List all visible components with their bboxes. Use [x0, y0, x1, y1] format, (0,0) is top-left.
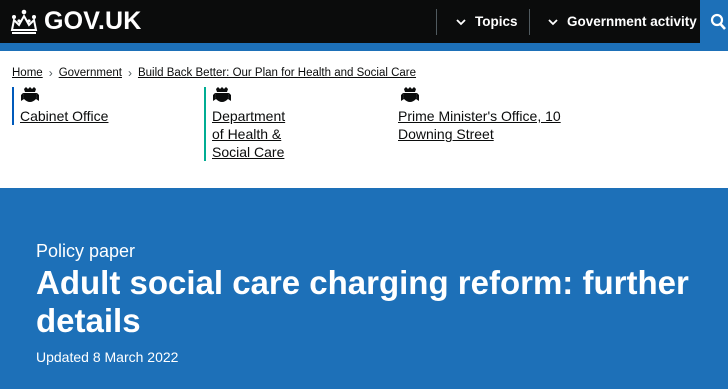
breadcrumb-government[interactable]: Government: [59, 67, 122, 79]
nav-government-activity-label: Government activity: [567, 14, 697, 29]
chevron-down-icon: [548, 18, 558, 25]
nav-divider: [436, 9, 437, 35]
breadcrumb: Home › Government › Build Back Better: O…: [12, 66, 416, 80]
updated-date: Updated 8 March 2022: [36, 349, 179, 365]
org-link-cabinet-office[interactable]: Cabinet Office: [20, 107, 108, 125]
org-dhsc: Department of Health & Social Care: [204, 87, 285, 161]
nav-topics[interactable]: Topics: [455, 0, 518, 43]
org-prime-ministers-office: Prime Minister's Office, 10 Downing Stre…: [396, 87, 561, 143]
breadcrumb-build-back-better[interactable]: Build Back Better: Our Plan for Health a…: [138, 67, 416, 79]
chevron-down-icon: [456, 18, 466, 25]
org-link-dhsc-line-3[interactable]: Social Care: [212, 143, 285, 161]
org-link-pmo-line-2[interactable]: Downing Street: [398, 125, 561, 143]
document-type: Policy paper: [36, 241, 136, 261]
org-cabinet-office: Cabinet Office: [12, 87, 108, 125]
title-banner: Policy paper Adult social care charging …: [0, 188, 728, 389]
nav-topics-label: Topics: [475, 14, 518, 29]
breadcrumb-chevron-icon: ›: [127, 66, 132, 80]
nav-divider: [529, 9, 530, 35]
crest-icon: [401, 87, 419, 102]
breadcrumb-chevron-icon: ›: [48, 66, 53, 80]
header-accent-bar: [0, 43, 728, 51]
org-link-dhsc-line-1[interactable]: Department: [212, 107, 285, 125]
search-icon: [710, 13, 726, 30]
page-title: Adult social care charging reform: furth…: [36, 264, 689, 339]
crest-icon: [213, 87, 231, 102]
org-link-dhsc-line-2[interactable]: of Health &: [212, 125, 285, 143]
govuk-logo-link[interactable]: GOV.UK: [8, 7, 142, 36]
nav-government-activity[interactable]: Government activity: [547, 0, 697, 43]
site-header: GOV.UK Topics Government activity: [0, 0, 728, 43]
logo-text: GOV.UK: [44, 7, 142, 35]
org-link-pmo-line-1[interactable]: Prime Minister's Office, 10: [398, 107, 561, 125]
breadcrumb-home[interactable]: Home: [12, 67, 43, 79]
crest-icon: [21, 87, 39, 102]
search-button[interactable]: [700, 0, 728, 43]
crown-icon: [10, 9, 38, 34]
